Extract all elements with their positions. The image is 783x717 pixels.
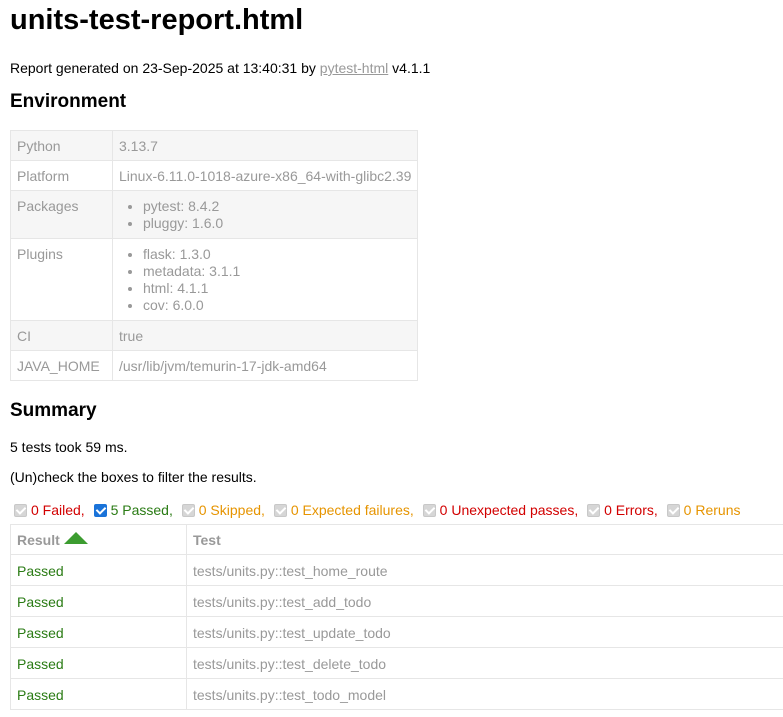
- test-cell: tests/units.py::test_add_todo: [186, 585, 783, 617]
- failed-checkbox[interactable]: [14, 504, 27, 517]
- summary-heading: Summary: [10, 400, 97, 421]
- filter-skipped[interactable]: 0 Skipped,: [181, 502, 265, 518]
- list-item: html: 4.1.1: [143, 280, 411, 297]
- env-row-java-home: JAVA_HOME /usr/lib/jvm/temurin-17-jdk-am…: [10, 350, 419, 381]
- generated-suffix: v4.1.1: [388, 60, 431, 76]
- generated-prefix: Report generated on 23-Sep-2025 at 13:40…: [10, 60, 320, 76]
- table-row[interactable]: Passed tests/units.py::test_add_todo: [10, 585, 783, 617]
- packages-list: pytest: 8.4.2 pluggy: 1.6.0: [119, 198, 411, 232]
- report-page: units-test-report.html Report generated …: [0, 0, 783, 710]
- col-header-test[interactable]: Test: [186, 524, 783, 555]
- filter-reruns[interactable]: 0 Reruns: [666, 502, 741, 518]
- table-row[interactable]: Passed tests/units.py::test_home_route: [10, 554, 783, 586]
- list-item: pluggy: 1.6.0: [143, 215, 411, 232]
- sort-ascending-icon[interactable]: [63, 532, 88, 544]
- filter-xpassed[interactable]: 0 Unexpected passes,: [422, 502, 579, 518]
- result-filters: 0 Failed, 5 Passed, 0 Skipped, 0 Expecte…: [10, 501, 783, 519]
- plugins-list: flask: 1.3.0 metadata: 3.1.1 html: 4.1.1…: [119, 246, 411, 314]
- result-cell: Passed: [10, 678, 187, 710]
- env-row-packages: Packages pytest: 8.4.2 pluggy: 1.6.0: [10, 190, 419, 239]
- result-cell: Passed: [10, 554, 187, 586]
- environment-heading: Environment: [10, 91, 127, 112]
- table-row[interactable]: Passed tests/units.py::test_delete_todo: [10, 647, 783, 679]
- test-cell: tests/units.py::test_update_todo: [186, 616, 783, 648]
- env-key: CI: [10, 320, 113, 351]
- test-cell: tests/units.py::test_delete_todo: [186, 647, 783, 679]
- table-row[interactable]: Passed tests/units.py::test_update_todo: [10, 616, 783, 648]
- env-value: flask: 1.3.0 metadata: 3.1.1 html: 4.1.1…: [111, 238, 419, 321]
- env-value: true: [111, 320, 419, 351]
- list-item: metadata: 3.1.1: [143, 263, 411, 280]
- filter-xfailed[interactable]: 0 Expected failures,: [273, 502, 414, 518]
- list-item: cov: 6.0.0: [143, 297, 411, 314]
- reruns-checkbox[interactable]: [666, 504, 680, 517]
- report-generated-line: Report generated on 23-Sep-2025 at 13:40…: [10, 59, 783, 77]
- env-key: Platform: [10, 160, 113, 191]
- list-item: pytest: 8.4.2: [143, 198, 411, 215]
- list-item: flask: 1.3.0: [143, 246, 411, 263]
- env-row-plugins: Plugins flask: 1.3.0 metadata: 3.1.1 htm…: [10, 238, 419, 321]
- filter-errors[interactable]: 0 Errors,: [587, 502, 658, 518]
- tests-duration: 5 tests took 59 ms.: [10, 439, 128, 455]
- table-row[interactable]: Passed tests/units.py::test_todo_model: [10, 678, 783, 710]
- test-cell: tests/units.py::test_todo_model: [186, 678, 783, 710]
- errors-checkbox[interactable]: [587, 504, 601, 517]
- xpassed-checkbox[interactable]: [422, 504, 436, 517]
- filter-reruns-label: 0 Reruns: [683, 502, 741, 518]
- filter-failed[interactable]: 0 Failed,: [14, 502, 85, 518]
- env-key: Python: [10, 130, 113, 161]
- env-value: pytest: 8.4.2 pluggy: 1.6.0: [111, 190, 419, 239]
- passed-checkbox[interactable]: [93, 504, 107, 517]
- test-cell: tests/units.py::test_home_route: [186, 554, 783, 586]
- filter-instructions: (Un)check the boxes to filter the result…: [10, 469, 257, 485]
- filter-skipped-label: 0 Skipped,: [198, 502, 265, 518]
- filter-passed-label: 5 Passed,: [110, 502, 173, 518]
- result-cell: Passed: [10, 585, 187, 617]
- filter-failed-label: 0 Failed,: [31, 502, 85, 518]
- filter-errors-label: 0 Errors,: [604, 502, 658, 518]
- filter-xpassed-label: 0 Unexpected passes,: [439, 502, 579, 518]
- page-title: units-test-report.html: [10, 4, 304, 36]
- xfailed-checkbox[interactable]: [273, 504, 287, 517]
- env-value: Linux-6.11.0-1018-azure-x86_64-with-glib…: [111, 160, 419, 191]
- skipped-checkbox[interactable]: [181, 504, 195, 517]
- pytest-html-link[interactable]: pytest-html: [320, 60, 388, 76]
- col-header-result-label: Result: [17, 532, 60, 548]
- filter-xfailed-label: 0 Expected failures,: [290, 502, 414, 518]
- env-key: Plugins: [10, 238, 113, 321]
- env-key: Packages: [10, 190, 113, 239]
- env-row-platform: Platform Linux-6.11.0-1018-azure-x86_64-…: [10, 160, 419, 191]
- env-key: JAVA_HOME: [10, 350, 113, 381]
- env-value: /usr/lib/jvm/temurin-17-jdk-amd64: [111, 350, 419, 381]
- results-table: Result Test Passed tests/units.py::test_…: [10, 524, 783, 710]
- results-header-row: Result Test: [10, 524, 783, 555]
- col-header-result[interactable]: Result: [10, 524, 187, 555]
- environment-table: Python 3.13.7 Platform Linux-6.11.0-1018…: [10, 130, 419, 381]
- result-cell: Passed: [10, 647, 187, 679]
- env-row-ci: CI true: [10, 320, 419, 351]
- filter-passed[interactable]: 5 Passed,: [93, 502, 173, 518]
- result-cell: Passed: [10, 616, 187, 648]
- env-value: 3.13.7: [111, 130, 419, 161]
- env-row-python: Python 3.13.7: [10, 130, 419, 161]
